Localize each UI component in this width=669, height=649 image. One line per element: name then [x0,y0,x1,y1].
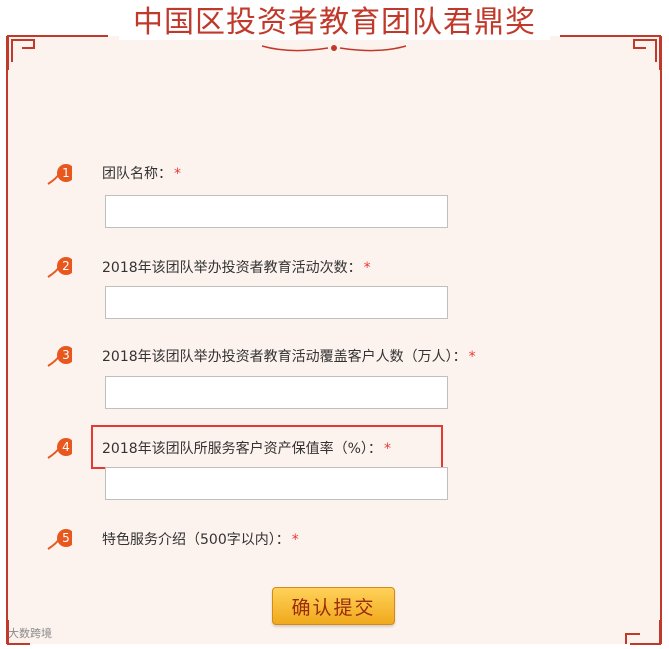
question-3-text: 2018年该团队举办投资者教育活动覆盖客户人数（万人）： [102,349,467,365]
question-4-text: 2018年该团队所服务客户资产保值率（%）： [102,441,382,457]
page-title: 中国区投资者教育团队君鼎奖 [0,0,669,46]
watermark-text: 大数跨境 [8,627,52,640]
question-1-label: 团队名称： * [102,163,181,183]
question-2-text: 2018年该团队举办投资者教育活动次数： [102,260,362,276]
required-mark: * [174,166,181,182]
number-badge-5-icon: 5 [47,529,72,550]
badge-number-1: 1 [62,166,70,180]
question-4-label: 2018年该团队所服务客户资产保值率（%）： * [102,438,391,458]
badge-number-5: 5 [62,531,70,545]
badge-number-3: 3 [62,348,70,362]
number-badge-2-icon: 2 [47,257,72,278]
required-mark: * [383,441,391,457]
number-badge-1-icon: 1 [47,164,72,185]
customer-coverage-input[interactable] [105,376,448,409]
activity-count-input[interactable] [105,286,448,319]
required-mark: * [291,532,299,548]
question-3-label: 2018年该团队举办投资者教育活动覆盖客户人数（万人）： * [102,346,476,366]
number-badge-4-icon: 4 [47,438,72,459]
page-title-text: 中国区投资者教育团队君鼎奖 [119,5,550,40]
number-badge-3-icon: 3 [47,346,72,367]
submit-button[interactable]: 确认提交 [272,587,395,625]
badge-number-2: 2 [62,259,70,273]
question-2-label: 2018年该团队举办投资者教育活动次数： * [102,257,371,277]
team-name-input[interactable] [105,195,448,228]
asset-preservation-input[interactable] [105,467,448,500]
question-5-label: 特色服务介绍（500字以内）： * [102,529,299,549]
watermark: 大数跨境 [8,625,52,641]
required-mark: * [468,349,476,365]
badge-number-4: 4 [62,440,70,454]
decorative-frame [7,35,661,645]
question-5-text: 特色服务介绍（500字以内）： [102,532,290,548]
required-mark: * [363,260,371,276]
question-1-text: 团队名称： [102,166,172,182]
